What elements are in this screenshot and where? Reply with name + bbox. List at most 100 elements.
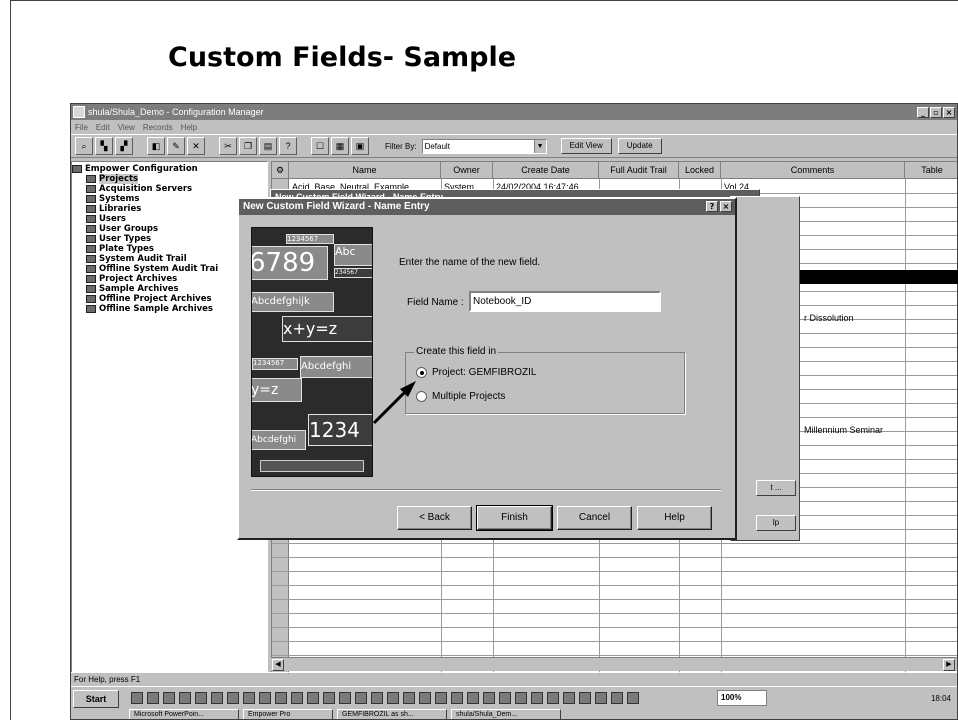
properties-icon[interactable]: ✎ (167, 137, 185, 155)
copy-icon[interactable]: ❐ (239, 137, 257, 155)
scroll-left-icon[interactable]: ◀ (272, 659, 284, 671)
quicklaunch-icon[interactable] (291, 692, 303, 704)
back-help-button[interactable]: lp (756, 515, 796, 531)
quicklaunch-icon[interactable] (227, 692, 239, 704)
col-header-comments[interactable]: Comments (721, 162, 905, 179)
back-button[interactable]: < Back (397, 506, 472, 530)
maximize-button[interactable]: ▫ (930, 106, 942, 118)
scroll-right-icon[interactable]: ▶ (943, 659, 955, 671)
checkbox-icon[interactable]: ☐ (311, 137, 329, 155)
finish-button[interactable]: Finish (476, 505, 553, 531)
task-shula[interactable]: shula/Shula_Dem... (451, 709, 561, 719)
search-icon[interactable]: ⌕ (75, 137, 93, 155)
col-header-full-audit-trail[interactable]: Full Audit Trail (599, 162, 679, 179)
cancel-button[interactable]: Cancel (557, 506, 632, 530)
quicklaunch-icon[interactable] (339, 692, 351, 704)
quicklaunch-icon[interactable] (547, 692, 559, 704)
horizontal-scrollbar[interactable]: ◀ ▶ (271, 657, 957, 671)
quicklaunch-icon[interactable] (499, 692, 511, 704)
quicklaunch-icon[interactable] (611, 692, 623, 704)
quicklaunch-icon[interactable] (163, 692, 175, 704)
quicklaunch-icon[interactable] (403, 692, 415, 704)
col-header-create-date[interactable]: Create Date (493, 162, 599, 179)
custom-field-wizard-dialog: New Custom Field Wizard - Name Entry ? ×… (237, 197, 737, 540)
window-titlebar[interactable]: shula/Shula_Demo - Configuration Manager… (71, 104, 957, 120)
chevron-down-icon[interactable]: ▼ (533, 139, 546, 153)
tree-icon[interactable]: ▚ (95, 137, 113, 155)
task-empower-pro[interactable]: Empower Pro (243, 709, 333, 719)
minimize-button[interactable]: _ (917, 106, 929, 118)
cell-comment-seminar[interactable]: Millennium Seminar (804, 425, 883, 435)
quicklaunch-icon[interactable] (435, 692, 447, 704)
radio-project[interactable] (416, 367, 427, 378)
dialog-close-button[interactable]: × (720, 201, 732, 212)
quicklaunch-icon[interactable] (451, 692, 463, 704)
task-powerpoint[interactable]: Microsoft PowerPoin... (129, 709, 239, 719)
tree-item-projects[interactable]: Projects (72, 174, 267, 184)
quicklaunch-icon[interactable] (387, 692, 399, 704)
radio-multiple-label: Multiple Projects (432, 391, 506, 402)
quicklaunch-icon[interactable] (179, 692, 191, 704)
menu-view[interactable]: View (118, 123, 135, 132)
grid-col-line (905, 179, 906, 674)
cut-icon[interactable]: ✂ (219, 137, 237, 155)
quicklaunch-icon[interactable] (467, 692, 479, 704)
zoom-box[interactable]: 100% (717, 690, 767, 706)
quicklaunch-icon[interactable] (531, 692, 543, 704)
quicklaunch-icon[interactable] (419, 692, 431, 704)
art-text: Abcdefghi (252, 430, 306, 450)
quicklaunch-icon[interactable] (355, 692, 367, 704)
col-header-table[interactable]: Table (905, 162, 957, 179)
back-next-button[interactable]: t ... (756, 480, 796, 496)
tree-item-acquisition-servers[interactable]: Acquisition Servers (72, 184, 267, 194)
quicklaunch-icon[interactable] (563, 692, 575, 704)
quicklaunch-icon[interactable] (195, 692, 207, 704)
quicklaunch-icon[interactable] (307, 692, 319, 704)
update-button[interactable]: Update (617, 138, 662, 154)
tree-icon[interactable]: ▞ (115, 137, 133, 155)
delete-icon[interactable]: ✕ (187, 137, 205, 155)
cell-comment-dissolution[interactable]: r Dissolution (804, 313, 854, 323)
filter-select[interactable]: Default ▼ (421, 138, 547, 154)
task-gemfibrozil[interactable]: GEMFIBROZIL as sh... (337, 709, 447, 719)
menu-records[interactable]: Records (143, 123, 173, 132)
grid-row-line (272, 655, 957, 656)
dialog-titlebar[interactable]: New Custom Field Wizard - Name Entry ? × (239, 199, 735, 215)
col-header-owner[interactable]: Owner (441, 162, 493, 179)
open-icon[interactable]: ◧ (147, 137, 165, 155)
quicklaunch-icon[interactable] (579, 692, 591, 704)
start-button[interactable]: Start (73, 690, 119, 708)
menu-help[interactable]: Help (181, 123, 197, 132)
edit-view-button[interactable]: Edit View (560, 138, 612, 154)
quicklaunch-icon[interactable] (275, 692, 287, 704)
quicklaunch-icon[interactable] (131, 692, 143, 704)
quicklaunch-icon[interactable] (243, 692, 255, 704)
radio-multiple-row[interactable]: Multiple Projects (416, 391, 505, 402)
menu-edit[interactable]: Edit (96, 123, 110, 132)
col-header-locked[interactable]: Locked (679, 162, 721, 179)
quicklaunch-icon[interactable] (483, 692, 495, 704)
help-button[interactable]: Help (637, 506, 712, 530)
col-header-name[interactable]: Name (289, 162, 441, 179)
menu-file[interactable]: File (75, 123, 88, 132)
paste-icon[interactable]: ▤ (259, 137, 277, 155)
help-cursor-icon[interactable]: ? (279, 137, 297, 155)
quicklaunch-icon[interactable] (515, 692, 527, 704)
quicklaunch-icon[interactable] (627, 692, 639, 704)
field-name-input[interactable]: Notebook_ID (469, 291, 661, 312)
quicklaunch-icon[interactable] (323, 692, 335, 704)
quicklaunch-icon[interactable] (595, 692, 607, 704)
quicklaunch-icon[interactable] (147, 692, 159, 704)
quicklaunch-icon[interactable] (371, 692, 383, 704)
art-equation: x+y=z (282, 316, 372, 342)
radio-project-row[interactable]: Project: GEMFIBROZIL (416, 367, 536, 378)
quicklaunch-icon[interactable] (259, 692, 271, 704)
grid-corner[interactable]: ⚙ (272, 162, 289, 179)
dialog-help-button[interactable]: ? (706, 201, 718, 212)
grid-icon[interactable]: ▦ (331, 137, 349, 155)
close-button[interactable]: × (943, 106, 955, 118)
tree-item-empower-configuration[interactable]: Empower Configuration (72, 164, 267, 174)
filter-icon[interactable]: ▣ (351, 137, 369, 155)
toolbar: ⌕ ▚ ▞ ◧ ✎ ✕ ✂ ❐ ▤ ? ☐ ▦ ▣ Filter By: Def… (71, 134, 957, 158)
quicklaunch-icon[interactable] (211, 692, 223, 704)
